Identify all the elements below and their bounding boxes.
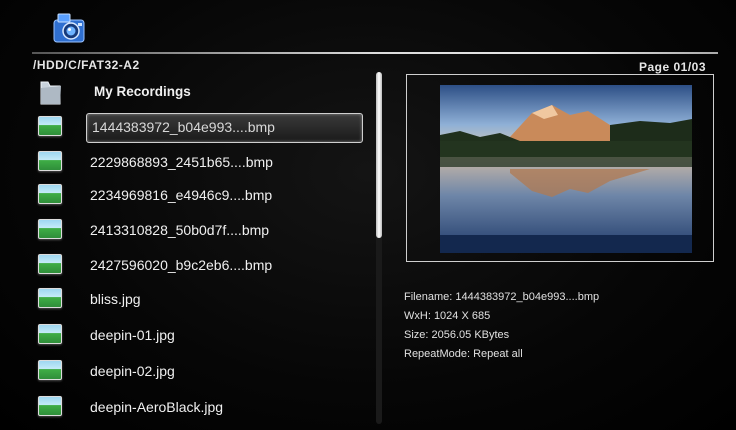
image-file-icon [38,396,62,418]
list-item[interactable]: 2427596020_b9c2eb6....bmp [30,250,370,280]
preview-frame [406,74,714,262]
media-browser-screen: /HDD/C/FAT32-A2 Page 01/03 My Recordings… [0,0,736,430]
folder-icon [38,80,62,105]
image-file-icon [38,116,62,138]
info-size: Size: 2056.05 KBytes [404,329,510,341]
page-indicator: Page 01/03 [638,60,706,74]
list-scrollbar[interactable] [376,72,382,424]
image-file-icon [38,184,62,206]
breadcrumb-path: /HDD/C/FAT32-A2 [33,58,140,72]
list-item-label: 1444383972_b04e993....bmp [92,119,275,135]
image-preview [440,85,692,253]
image-file-icon [38,288,62,310]
list-item-selected[interactable]: 1444383972_b04e993....bmp [30,112,370,143]
list-item-label: 2427596020_b9c2eb6....bmp [90,257,273,273]
list-item-label: 2413310828_50b0d7f....bmp [90,222,270,238]
list-item[interactable]: deepin-01.jpg [30,320,370,350]
camera-icon [53,12,87,44]
file-list: My Recordings 1444383972_b04e993....bmp … [30,72,370,427]
file-info-panel: Filename: 1444383972_b04e993....bmp WxH:… [404,288,599,364]
list-item-label: deepin-01.jpg [90,327,175,343]
image-file-icon [38,360,62,382]
list-item-label: deepin-02.jpg [90,363,175,379]
image-file-icon [38,254,62,276]
list-item-label: 2229868893_2451b65....bmp [90,154,273,170]
list-item[interactable]: 2234969816_e4946c9....bmp [30,180,370,210]
image-file-icon [38,151,62,173]
list-item[interactable]: deepin-02.jpg [30,356,370,386]
image-file-icon [38,324,62,346]
list-item-label: deepin-AeroBlack.jpg [90,399,224,415]
scrollbar-thumb[interactable] [376,72,382,238]
list-item[interactable]: 2413310828_50b0d7f....bmp [30,215,370,245]
info-filename: Filename: 1444383972_b04e993....bmp [404,291,600,303]
list-item[interactable]: deepin-AeroBlack.jpg [30,392,370,422]
list-item-folder[interactable]: My Recordings [30,76,370,106]
info-repeat-mode: RepeatMode: Repeat all [404,348,523,360]
list-item-label: 2234969816_e4946c9....bmp [90,187,273,203]
header-divider [32,52,718,54]
list-item-label: My Recordings [94,83,191,99]
list-item-label: bliss.jpg [90,291,141,307]
list-item[interactable]: 2229868893_2451b65....bmp [30,147,370,177]
list-item[interactable]: bliss.jpg [30,284,370,314]
info-dimensions: WxH: 1024 X 685 [404,310,491,322]
image-file-icon [38,219,62,241]
